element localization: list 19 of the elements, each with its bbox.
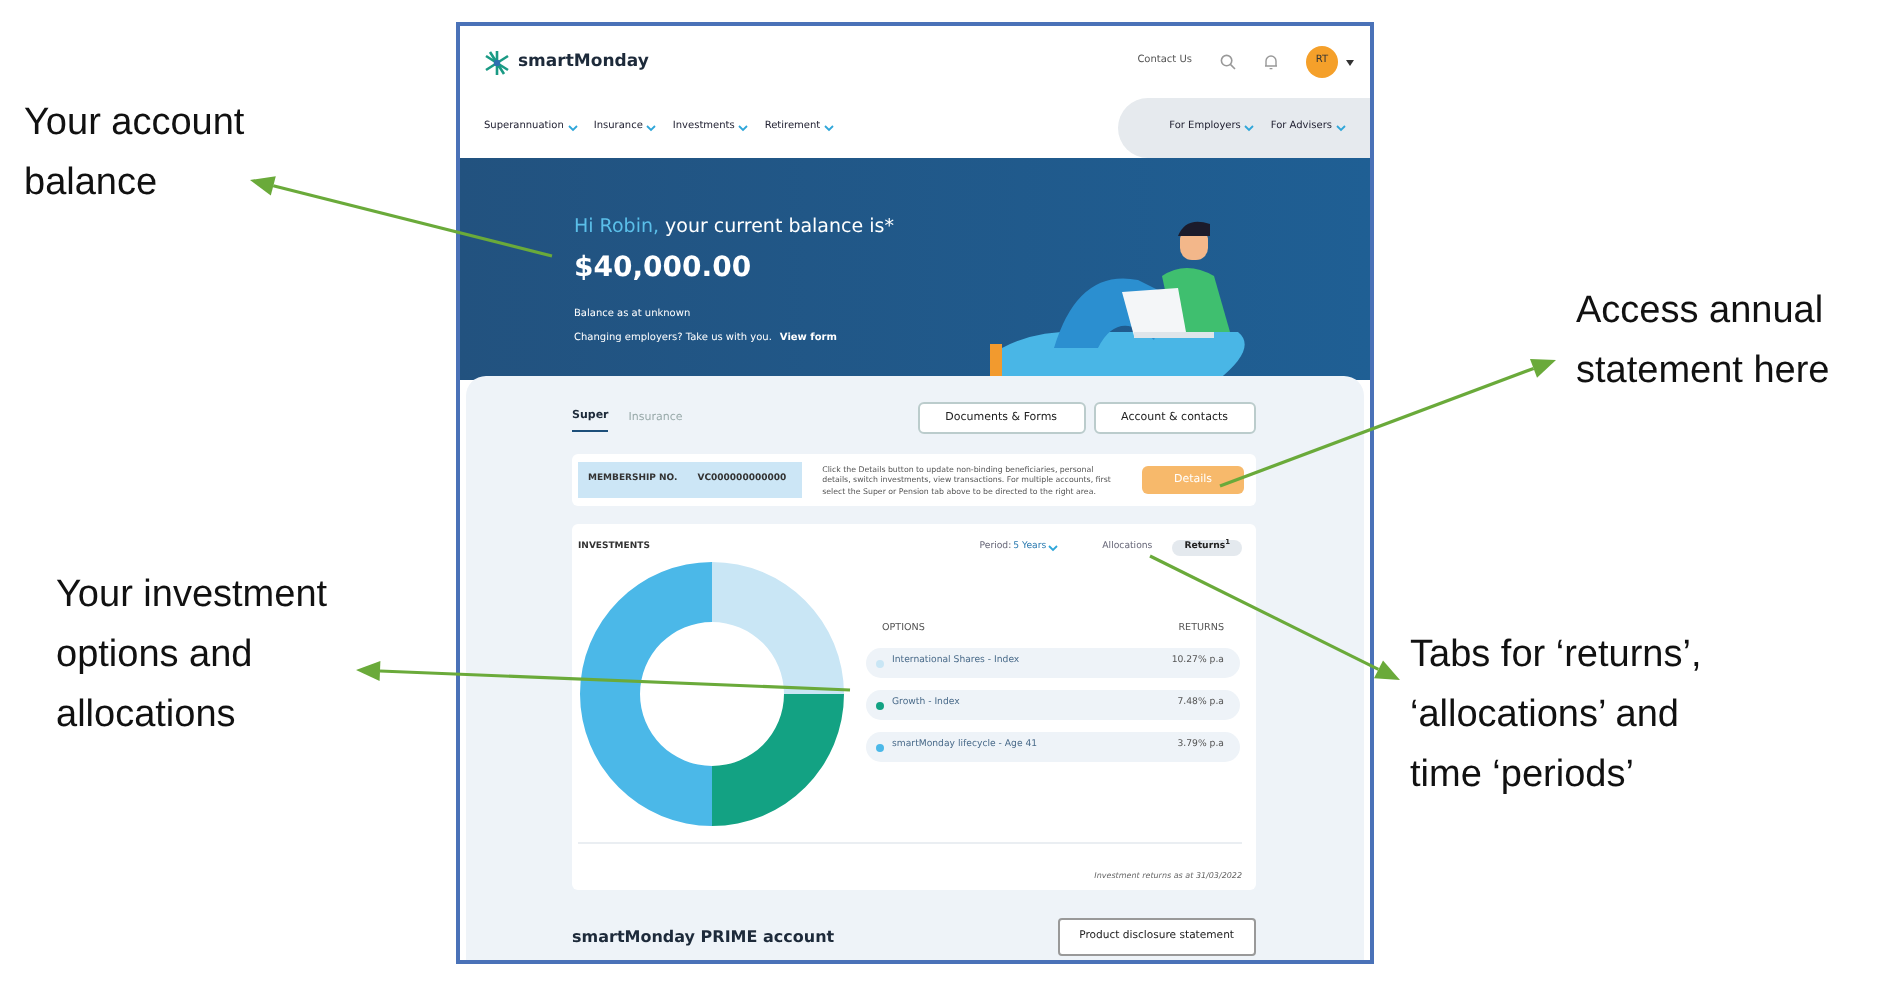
annotation-text: Your investment options and allocations bbox=[56, 572, 328, 740]
chevron-icon bbox=[1336, 124, 1346, 132]
annotation-text: Tabs for ‘returns’, ‘allocations’ and time ‘periods’ bbox=[1410, 632, 1702, 800]
chevron-icon bbox=[567, 124, 578, 132]
account-title: smartMonday PRIME account bbox=[572, 925, 835, 949]
chevron-icon bbox=[738, 124, 749, 132]
caret-icon bbox=[1346, 59, 1354, 65]
annotation-text: Your account balance bbox=[24, 100, 245, 208]
bell-icon[interactable] bbox=[1264, 54, 1278, 70]
annotation-text: Access annual statement here bbox=[1576, 288, 1830, 396]
greeting-text: Hi Robin, your current balance is* bbox=[574, 214, 894, 242]
chevron-icon bbox=[1244, 124, 1255, 132]
balance-amount: $40,000.00 bbox=[574, 250, 754, 289]
chevron-icon bbox=[1048, 543, 1059, 552]
chevron-icon bbox=[646, 124, 657, 132]
logo[interactable]: smartMonday bbox=[484, 49, 649, 75]
chevron-icon bbox=[824, 124, 835, 132]
search-icon[interactable] bbox=[1220, 54, 1236, 70]
logo-icon bbox=[484, 49, 510, 75]
